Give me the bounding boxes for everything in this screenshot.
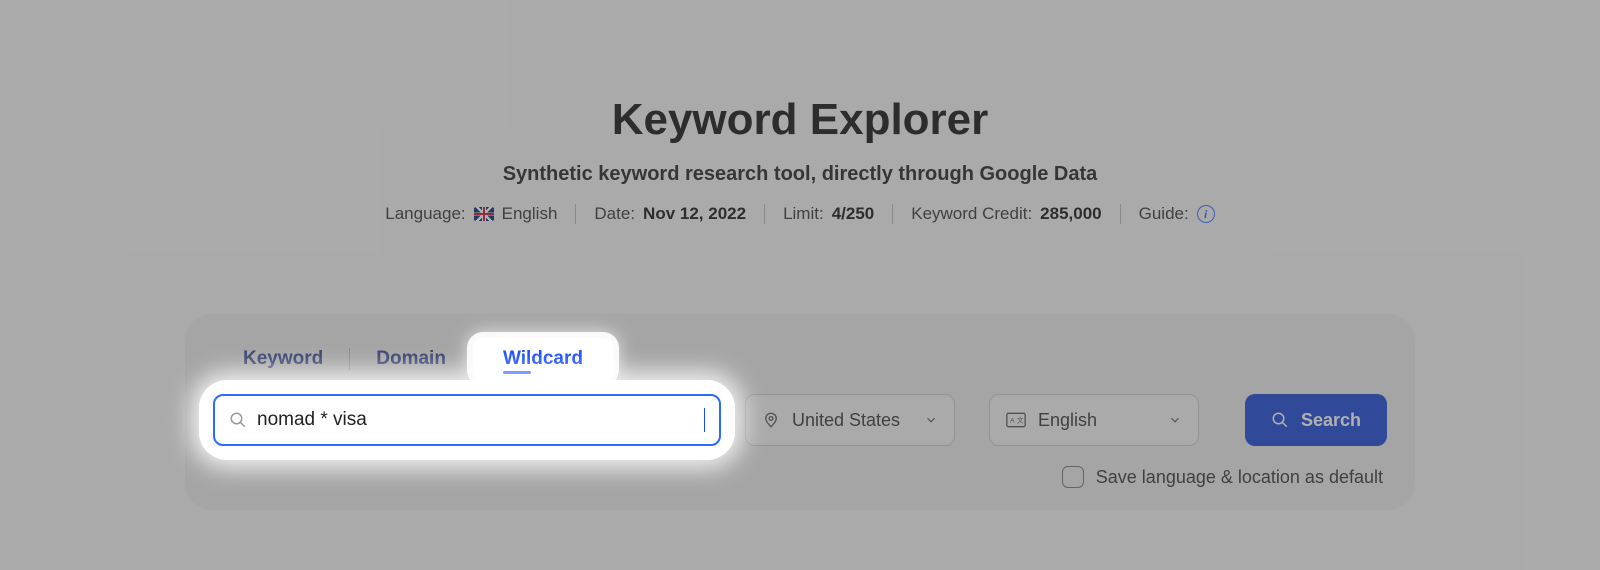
meta-language-label: Language:: [385, 204, 465, 224]
meta-date[interactable]: Date: Nov 12, 2022: [575, 204, 764, 224]
language-select[interactable]: A 文 English: [989, 394, 1199, 446]
country-value: United States: [792, 410, 900, 431]
search-input-wrap: [213, 394, 721, 446]
text-caret: [704, 408, 705, 432]
search-button-label: Search: [1301, 410, 1361, 431]
meta-guide[interactable]: Guide: i: [1120, 204, 1233, 224]
search-icon: [229, 411, 247, 429]
search-field[interactable]: [213, 394, 721, 446]
uk-flag-icon: [474, 207, 494, 221]
page: Keyword Explorer Synthetic keyword resea…: [0, 0, 1600, 570]
meta-limit: Limit: 4/250: [764, 204, 892, 224]
meta-credit-value: 285,000: [1040, 204, 1101, 224]
meta-credit: Keyword Credit: 285,000: [892, 204, 1119, 224]
language-icon: A 文: [1006, 412, 1026, 428]
meta-language-value: English: [502, 204, 558, 224]
controls-row: United States A 文 English: [213, 394, 1387, 446]
tabs: Keyword Domain Wildcard: [217, 338, 1387, 380]
save-default-label: Save language & location as default: [1096, 467, 1383, 488]
svg-text:文: 文: [1017, 416, 1024, 425]
chevron-down-icon: [1168, 413, 1182, 427]
meta-guide-label: Guide:: [1139, 204, 1189, 224]
meta-language[interactable]: Language: English: [367, 204, 575, 224]
search-input[interactable]: [257, 409, 700, 431]
tab-wildcard[interactable]: Wildcard: [473, 338, 613, 380]
page-subtitle: Synthetic keyword research tool, directl…: [503, 163, 1098, 186]
tab-keyword[interactable]: Keyword: [217, 340, 349, 378]
meta-limit-label: Limit:: [783, 204, 824, 224]
search-icon: [1271, 411, 1289, 429]
meta-credit-label: Keyword Credit:: [911, 204, 1032, 224]
meta-limit-value: 4/250: [832, 204, 875, 224]
info-icon[interactable]: i: [1197, 205, 1215, 223]
meta-bar: Language: English Date: Nov 12, 2022 Lim…: [367, 204, 1232, 224]
map-pin-icon: [762, 411, 780, 429]
language-value: English: [1038, 410, 1097, 431]
save-default-row[interactable]: Save language & location as default: [213, 466, 1383, 488]
svg-text:A: A: [1010, 418, 1015, 425]
chevron-down-icon: [924, 413, 938, 427]
search-button[interactable]: Search: [1245, 394, 1387, 446]
country-select[interactable]: United States: [745, 394, 955, 446]
meta-date-label: Date:: [594, 204, 635, 224]
page-title: Keyword Explorer: [612, 95, 989, 145]
meta-date-value: Nov 12, 2022: [643, 204, 746, 224]
search-panel: Keyword Domain Wildcard: [185, 314, 1415, 510]
tab-domain[interactable]: Domain: [350, 340, 472, 378]
save-default-checkbox[interactable]: [1062, 466, 1084, 488]
